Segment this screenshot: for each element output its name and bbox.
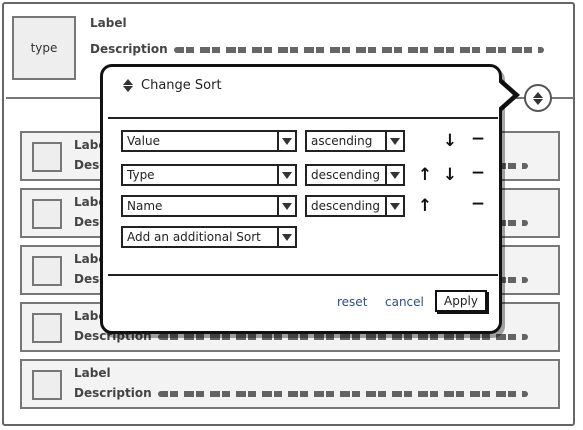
remove-sort-icon[interactable]: − [469, 195, 487, 213]
item-description-text: Description [74, 386, 152, 400]
item-label: Label [74, 366, 111, 380]
apply-button[interactable]: Apply [435, 290, 487, 312]
sort-order-value: descending [311, 168, 381, 182]
sort-toggle-button[interactable] [524, 84, 552, 112]
type-thumbnail: type [12, 16, 76, 80]
sort-field-select[interactable]: Name [121, 195, 297, 217]
sort-field-value: Value [127, 134, 160, 148]
sort-icon [533, 91, 543, 105]
sort-field-select[interactable]: Type [121, 164, 297, 186]
popover-bottom-divider [108, 274, 498, 276]
chevron-down-icon [385, 132, 403, 150]
header-item-description-text: Description [90, 42, 168, 56]
sort-field-value: Name [127, 199, 163, 213]
sort-order-select[interactable]: descending [305, 195, 405, 217]
chevron-down-icon [277, 166, 295, 184]
item-thumbnail [32, 199, 62, 229]
item-thumbnail [32, 142, 62, 172]
chevron-down-icon [277, 197, 295, 215]
popover-pointer-fill [494, 78, 513, 112]
sort-icon [123, 79, 133, 92]
sort-order-select[interactable]: descending [305, 164, 405, 186]
move-down-icon[interactable]: ↓ [441, 166, 459, 184]
sort-field-value: Type [127, 168, 155, 182]
placeholder-text-squiggle [173, 46, 544, 53]
header-item-description: Description [90, 42, 544, 56]
item-thumbnail [32, 313, 62, 343]
popover-title: Change Sort [141, 78, 222, 93]
add-sort-select[interactable]: Add an additional Sort [121, 226, 297, 248]
placeholder-text-squiggle [157, 390, 528, 397]
chevron-down-icon [277, 228, 295, 246]
move-down-icon[interactable]: ↓ [441, 132, 459, 150]
chevron-down-icon [385, 166, 403, 184]
add-sort-label: Add an additional Sort [127, 230, 261, 244]
move-up-icon[interactable]: ↑ [416, 197, 434, 215]
type-thumbnail-text: type [30, 41, 58, 55]
list-item[interactable]: Label Description [20, 359, 560, 409]
popover-header: Change Sort [123, 78, 222, 93]
placeholder-text-squiggle [157, 333, 528, 340]
chevron-down-icon [385, 197, 403, 215]
item-thumbnail [32, 370, 62, 400]
item-description: Description [74, 386, 528, 400]
sort-order-value: descending [311, 199, 381, 213]
sort-order-select[interactable]: ascending [305, 130, 405, 152]
popover-top-divider [108, 117, 498, 119]
item-thumbnail [32, 256, 62, 286]
change-sort-popover: Change Sort Value ascending ↓ − Type des… [100, 64, 502, 334]
header-item-label: Label [90, 16, 127, 30]
remove-sort-icon[interactable]: − [469, 130, 487, 148]
remove-sort-icon[interactable]: − [469, 164, 487, 182]
sort-order-value: ascending [311, 134, 373, 148]
chevron-down-icon [277, 132, 295, 150]
move-up-icon[interactable]: ↑ [416, 166, 434, 184]
cancel-link[interactable]: cancel [385, 295, 424, 309]
reset-link[interactable]: reset [337, 295, 367, 309]
sort-field-select[interactable]: Value [121, 130, 297, 152]
